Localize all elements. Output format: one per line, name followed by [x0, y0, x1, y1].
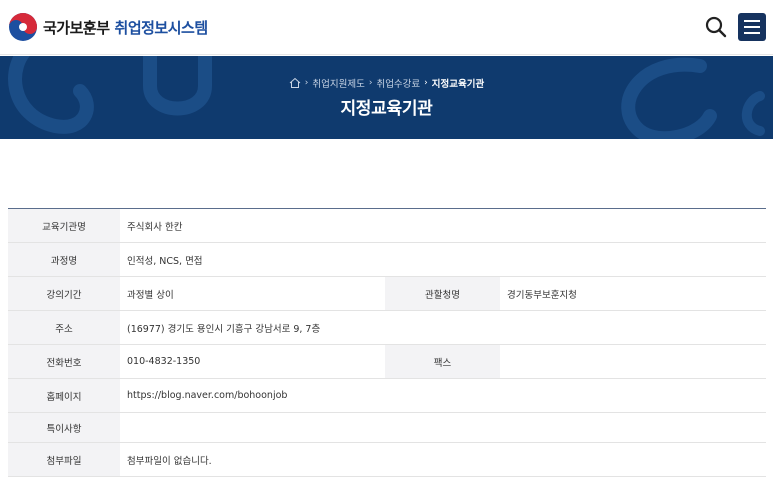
row-value: 첨부파일이 없습니다.	[120, 442, 766, 477]
row-value: 주식회사 한칸	[120, 208, 766, 243]
row-label: 전화번호	[8, 344, 120, 379]
table-row: 특이사항	[8, 412, 766, 443]
hamburger-line	[744, 20, 760, 22]
site-logo[interactable]: 국가보훈부 취업정보시스템	[8, 11, 208, 43]
row-value: 과정별 상이	[120, 276, 385, 311]
row-label: 교육기관명	[8, 208, 120, 243]
breadcrumb-item[interactable]: 취업지원제도	[312, 76, 364, 90]
row-value: 010-4832-1350	[120, 344, 385, 379]
row-label: 팩스	[385, 344, 500, 379]
home-icon[interactable]	[289, 77, 301, 89]
page-title: 지정교육기관	[340, 99, 433, 119]
row-label: 관할청명	[385, 276, 500, 311]
row-label: 주소	[8, 310, 120, 345]
breadcrumb-item[interactable]: 취업수강료	[376, 76, 420, 90]
chevron-right-icon: ›	[368, 78, 373, 88]
site-header: 국가보훈부 취업정보시스템	[0, 0, 773, 55]
search-icon[interactable]	[703, 14, 729, 40]
row-value: 인적성, NCS, 면접	[120, 242, 766, 277]
institution-info-table: 교육기관명 주식회사 한칸 과정명 인적성, NCS, 면접 강의기간 과정별 …	[8, 208, 766, 477]
row-label: 강의기간	[8, 276, 120, 311]
table-row: 첨부파일 첨부파일이 없습니다.	[8, 442, 766, 477]
row-value	[500, 344, 766, 379]
table-row: 과정명 인적성, NCS, 면접	[8, 242, 766, 277]
hamburger-line	[744, 26, 760, 28]
row-label: 첨부파일	[8, 442, 120, 477]
chevron-right-icon: ›	[424, 78, 428, 88]
table-row: 주소 (16977) 경기도 용인시 기흥구 강남서로 9, 7층	[8, 310, 766, 345]
row-label: 과정명	[8, 242, 120, 277]
table-row: 교육기관명 주식회사 한칸	[8, 208, 766, 243]
system-name: 취업정보시스템	[114, 18, 209, 37]
table-row: 홈페이지 https://blog.naver.com/bohoonjob	[8, 378, 766, 413]
row-label: 특이사항	[8, 412, 120, 443]
hamburger-line	[744, 32, 760, 34]
taegeuk-emblem-icon	[9, 13, 37, 41]
row-label: 홈페이지	[8, 378, 120, 413]
breadcrumb: › 취업지원제도 › 취업수강료 › 지정교육기관	[0, 76, 773, 90]
breadcrumb-current: 지정교육기관	[431, 79, 485, 90]
page-banner: › 취업지원제도 › 취업수강료 › 지정교육기관 지정교육기관	[0, 56, 773, 139]
row-value: (16977) 경기도 용인시 기흥구 강남서로 9, 7층	[120, 310, 766, 345]
table-row: 전화번호 010-4832-1350 팩스	[8, 344, 766, 379]
homepage-link[interactable]: https://blog.naver.com/bohoonjob	[120, 378, 766, 413]
ministry-name: 국가보훈부	[43, 18, 110, 37]
table-row: 강의기간 과정별 상이 관할청명 경기동부보훈지청	[8, 276, 766, 311]
menu-button[interactable]	[738, 13, 766, 41]
chevron-right-icon: ›	[304, 78, 309, 88]
row-value	[120, 412, 766, 443]
row-value: 경기동부보훈지청	[500, 276, 766, 311]
